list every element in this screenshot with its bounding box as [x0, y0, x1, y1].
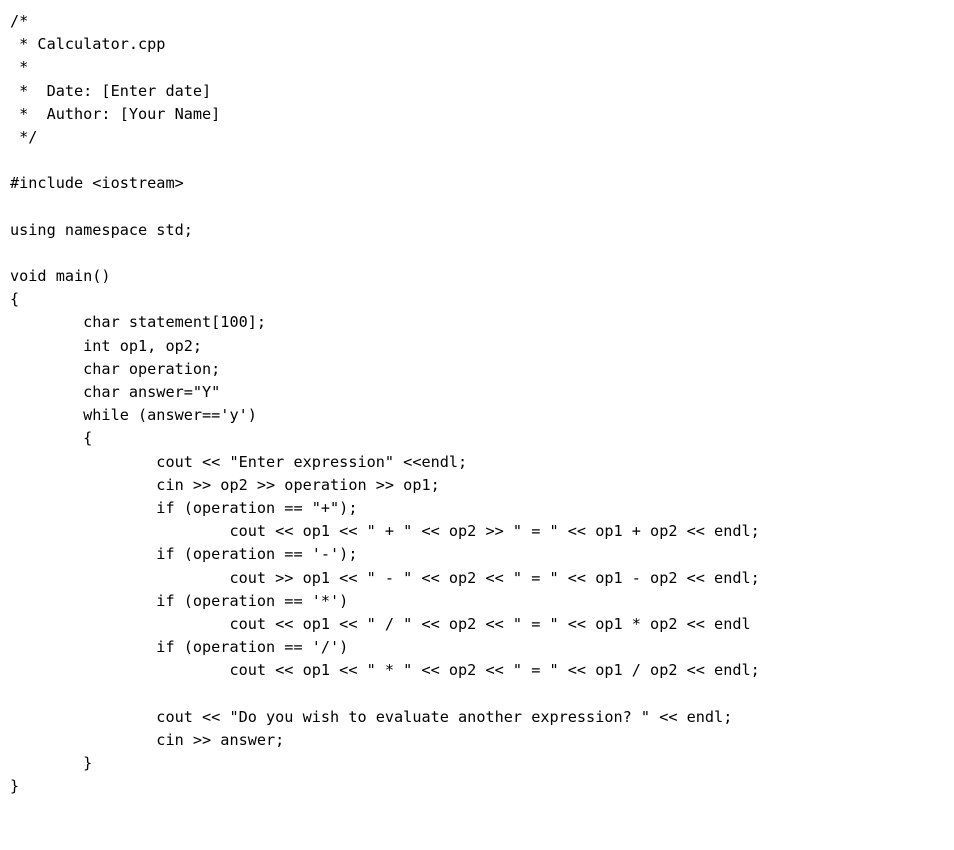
code-line: if (operation == "+");	[10, 498, 358, 517]
code-line: cout >> op1 << " - " << op2 << " = " << …	[10, 568, 760, 587]
code-line: cin >> answer;	[10, 730, 285, 749]
code-line: cout << "Enter expression" <<endl;	[10, 452, 468, 471]
code-line: * Calculator.cpp	[10, 35, 166, 54]
code-line: while (answer=='y')	[10, 406, 257, 425]
code-line: }	[10, 754, 93, 772]
code-line: {	[10, 429, 93, 448]
code-line: /*	[10, 12, 29, 30]
code-line: using namespace std;	[10, 220, 193, 239]
code-line: char statement[100];	[10, 313, 267, 332]
code-line: */	[10, 127, 38, 146]
code-listing: /* * Calculator.cpp * * Date: [Enter dat…	[10, 10, 954, 799]
code-line: char operation;	[10, 359, 221, 378]
code-line: *	[10, 58, 29, 77]
code-line: cout << "Do you wish to evaluate another…	[10, 707, 733, 726]
code-line: * Date: [Enter date]	[10, 81, 212, 100]
code-line: int op1, op2;	[10, 336, 203, 355]
code-line: char answer="Y"	[10, 383, 221, 401]
code-line: cin >> op2 >> operation >> op1;	[10, 475, 440, 494]
code-line: cout << op1 << " * " << op2 << " = " << …	[10, 661, 760, 680]
code-line: cout << op1 << " / " << op2 << " = " << …	[10, 614, 751, 633]
code-line: if (operation == '/')	[10, 638, 349, 657]
code-line: void main()	[10, 267, 111, 286]
code-line: * Author: [Your Name]	[10, 104, 221, 123]
code-line: {	[10, 290, 20, 309]
code-line: if (operation == '-');	[10, 545, 358, 564]
code-line: }	[10, 777, 20, 796]
code-line: #include <iostream>	[10, 174, 184, 193]
code-line: if (operation == '*')	[10, 591, 349, 610]
code-line: cout << op1 << " + " << op2 >> " = " << …	[10, 522, 760, 541]
